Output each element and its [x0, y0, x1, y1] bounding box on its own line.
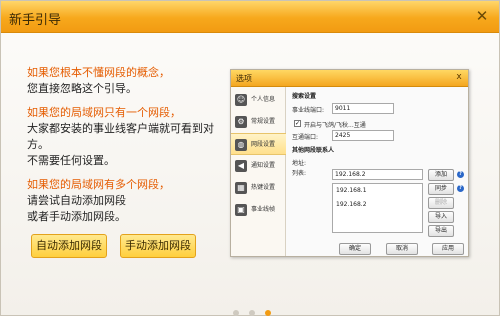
options-dialog-preview: 选项 x ☺ 个人信息 ⚙ 常规设置 ◍ 网段设置 ◀ 通知设置 ▦ 热键设置 ▣ 事业线帧…	[230, 69, 469, 257]
help-icon[interactable]: ?	[457, 171, 464, 178]
interop-port-input[interactable]: 2425	[332, 130, 394, 141]
lock-icon: ▣	[235, 204, 247, 216]
pager-dot-1[interactable]	[233, 310, 239, 316]
port-input[interactable]: 9011	[332, 103, 394, 114]
cancel-button[interactable]: 取消	[386, 243, 418, 255]
guide-q2: 如果您的局域网只有一个网段，	[27, 106, 181, 119]
guide-text: 如果您根本不懂网段的概念， 您直接忽略这个引导。 如果您的局域网只有一个网段， …	[27, 65, 223, 225]
guide-window: 新手引导 ✕ 如果您根本不懂网段的概念， 您直接忽略这个引导。 如果您的局域网只…	[0, 0, 500, 316]
address-label: 地址:	[292, 160, 307, 167]
guide-a3a: 请尝试自动添加网段	[27, 194, 126, 207]
interop-port-label: 互通端口:	[292, 134, 319, 141]
sidebar-item-profile[interactable]: ☺ 个人信息	[231, 89, 286, 111]
list-label: 列表:	[292, 170, 307, 177]
guide-q3: 如果您的局域网有多个网段，	[27, 178, 170, 191]
keyboard-icon: ▦	[235, 182, 247, 194]
globe-icon: ◍	[235, 139, 247, 151]
help-icon[interactable]: ?	[457, 185, 464, 192]
dialog-title-bar: 选项 x	[231, 70, 468, 87]
segment-list[interactable]: 192.168.1 192.168.2	[332, 183, 423, 233]
guide-a2b: 不需要任何设置。	[27, 154, 115, 167]
sidebar-item-network[interactable]: ◍ 网段设置	[231, 133, 286, 155]
address-input[interactable]: 192.168.2	[332, 169, 423, 180]
guide-a1: 您直接忽略这个引导。	[27, 82, 137, 95]
auto-add-segment-button[interactable]: 自动添加网段	[31, 234, 107, 258]
guide-a2a: 大家都安装的事业线客户端就可看到对方。	[27, 122, 214, 151]
add-segment-button[interactable]: 添加	[428, 169, 454, 181]
delete-button[interactable]: 删除	[428, 197, 454, 209]
sidebar-item-hotkeys[interactable]: ▦ 热键设置	[231, 177, 286, 199]
dialog-title: 选项	[236, 74, 252, 83]
list-item[interactable]: 192.168.2	[336, 201, 367, 208]
sync-button[interactable]: 同步	[428, 183, 454, 195]
search-settings-header: 搜索设置	[292, 93, 317, 100]
sidebar-item-account[interactable]: ▣ 事业线帧	[231, 199, 286, 221]
person-icon: ☺	[235, 94, 247, 106]
dialog-sidebar: ☺ 个人信息 ⚙ 常规设置 ◍ 网段设置 ◀ 通知设置 ▦ 热键设置 ▣ 事业线帧	[231, 87, 286, 256]
window-title: 新手引导	[9, 13, 62, 28]
interop-checkbox[interactable]: ✓	[294, 120, 301, 127]
apply-button[interactable]: 应用	[432, 243, 464, 255]
close-icon[interactable]: ✕	[473, 7, 491, 25]
speaker-icon: ◀	[235, 160, 247, 172]
guide-q1: 如果您根本不懂网段的概念，	[27, 66, 170, 79]
manual-add-segment-button[interactable]: 手动添加网段	[120, 234, 196, 258]
dialog-close-icon[interactable]: x	[453, 71, 465, 83]
title-bar: 新手引导 ✕	[1, 1, 499, 33]
ok-button[interactable]: 确定	[339, 243, 371, 255]
port-label: 事业线端口:	[292, 107, 325, 114]
interop-label: 开启与飞鸽/飞秋...互通	[304, 122, 366, 129]
contacts-header: 其他网段联系人	[292, 147, 335, 154]
pager-dot-3-active[interactable]	[265, 310, 271, 316]
settings-icon: ⚙	[235, 116, 247, 128]
import-button[interactable]: 导入	[428, 211, 454, 223]
list-item[interactable]: 192.168.1	[336, 187, 367, 194]
export-button[interactable]: 导出	[428, 225, 454, 237]
sidebar-item-notify[interactable]: ◀ 通知设置	[231, 155, 286, 177]
sidebar-item-general[interactable]: ⚙ 常规设置	[231, 111, 286, 133]
guide-a3b: 或者手动添加网段。	[27, 210, 126, 223]
pager-dot-2[interactable]	[249, 310, 255, 316]
